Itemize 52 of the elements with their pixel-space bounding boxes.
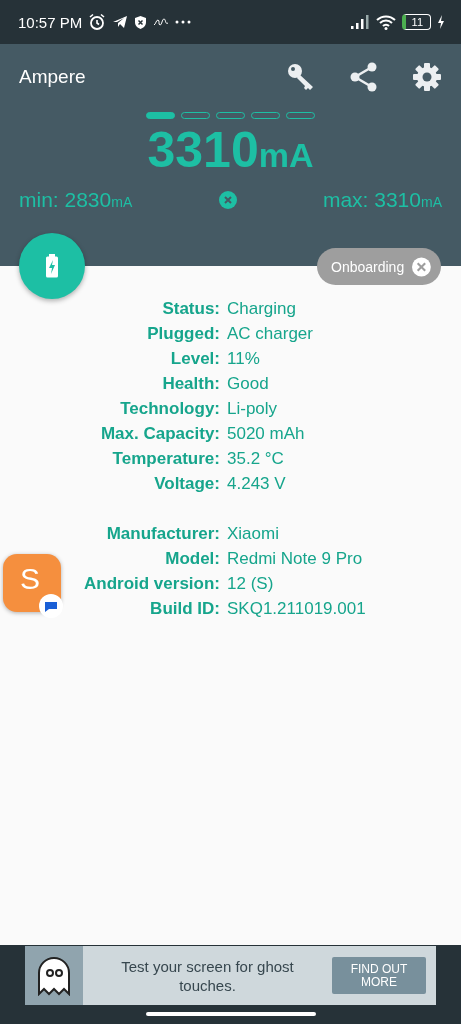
info-label: Max. Capacity: <box>100 423 220 443</box>
reset-icon[interactable] <box>218 191 237 209</box>
app-title: Ampere <box>19 66 86 88</box>
info-value: 4.243 V <box>227 473 287 494</box>
info-label: Manufacturer: <box>106 523 220 543</box>
shield-icon <box>134 14 148 30</box>
ad-banner[interactable]: Test your screen for ghost touches. FIND OUT MORE <box>25 946 436 1005</box>
max-reading: max: 3310mA <box>322 188 442 212</box>
info-label: Level: <box>170 348 220 368</box>
info-value: Good <box>227 373 270 394</box>
info-value: Redmi Note 9 Pro <box>227 548 364 569</box>
ad-text: Test your screen for ghost touches. <box>120 956 295 995</box>
info-value: 5020 mAh <box>227 423 306 444</box>
alarm-clock-icon <box>88 13 107 31</box>
battery-fab[interactable] <box>19 233 85 299</box>
page-indicator[interactable] <box>146 112 175 119</box>
info-label: Android version: <box>84 573 220 593</box>
status-time: 10:57 PM <box>18 13 83 31</box>
current-reading: 3310mA <box>146 121 315 180</box>
close-icon[interactable] <box>412 256 431 277</box>
info-value: AC charger <box>227 323 314 344</box>
info-value: 11% <box>227 348 261 369</box>
info-value: Xiaomi <box>227 523 280 544</box>
min-reading: min: 2830mA <box>19 188 133 212</box>
settings-icon[interactable] <box>412 62 442 92</box>
info-value: Li-poly <box>227 398 279 419</box>
info-value: SKQ1.211019.001 <box>227 598 367 619</box>
charging-bolt-icon <box>437 15 445 29</box>
onboarding-chip[interactable]: Onboarding <box>317 248 441 285</box>
ghost-icon <box>36 955 72 996</box>
info-label: Status: <box>162 298 220 318</box>
script-icon <box>153 17 170 27</box>
info-value: 35.2 °C <box>227 448 285 469</box>
charging-battery-icon <box>45 254 59 278</box>
find-out-more-button[interactable]: FIND OUT MORE <box>332 957 426 994</box>
info-value: 12 (S) <box>227 573 275 594</box>
signal-icon <box>349 15 370 29</box>
info-value: Charging <box>227 298 297 319</box>
battery-indicator: 11 <box>401 14 431 30</box>
share-icon[interactable] <box>350 62 378 92</box>
info-label: Temperature: <box>112 448 220 468</box>
info-label: Technology: <box>120 398 220 418</box>
key-icon[interactable] <box>286 62 316 92</box>
home-handle[interactable] <box>145 1012 316 1016</box>
more-dots-icon <box>175 20 192 24</box>
info-label: Plugged: <box>147 323 220 343</box>
info-label: Voltage: <box>154 473 220 493</box>
paper-plane-icon <box>112 15 129 29</box>
wifi-icon <box>375 14 396 30</box>
info-label: Model: <box>165 548 220 568</box>
info-label: Health: <box>162 373 220 393</box>
info-label: Build ID: <box>150 598 220 618</box>
